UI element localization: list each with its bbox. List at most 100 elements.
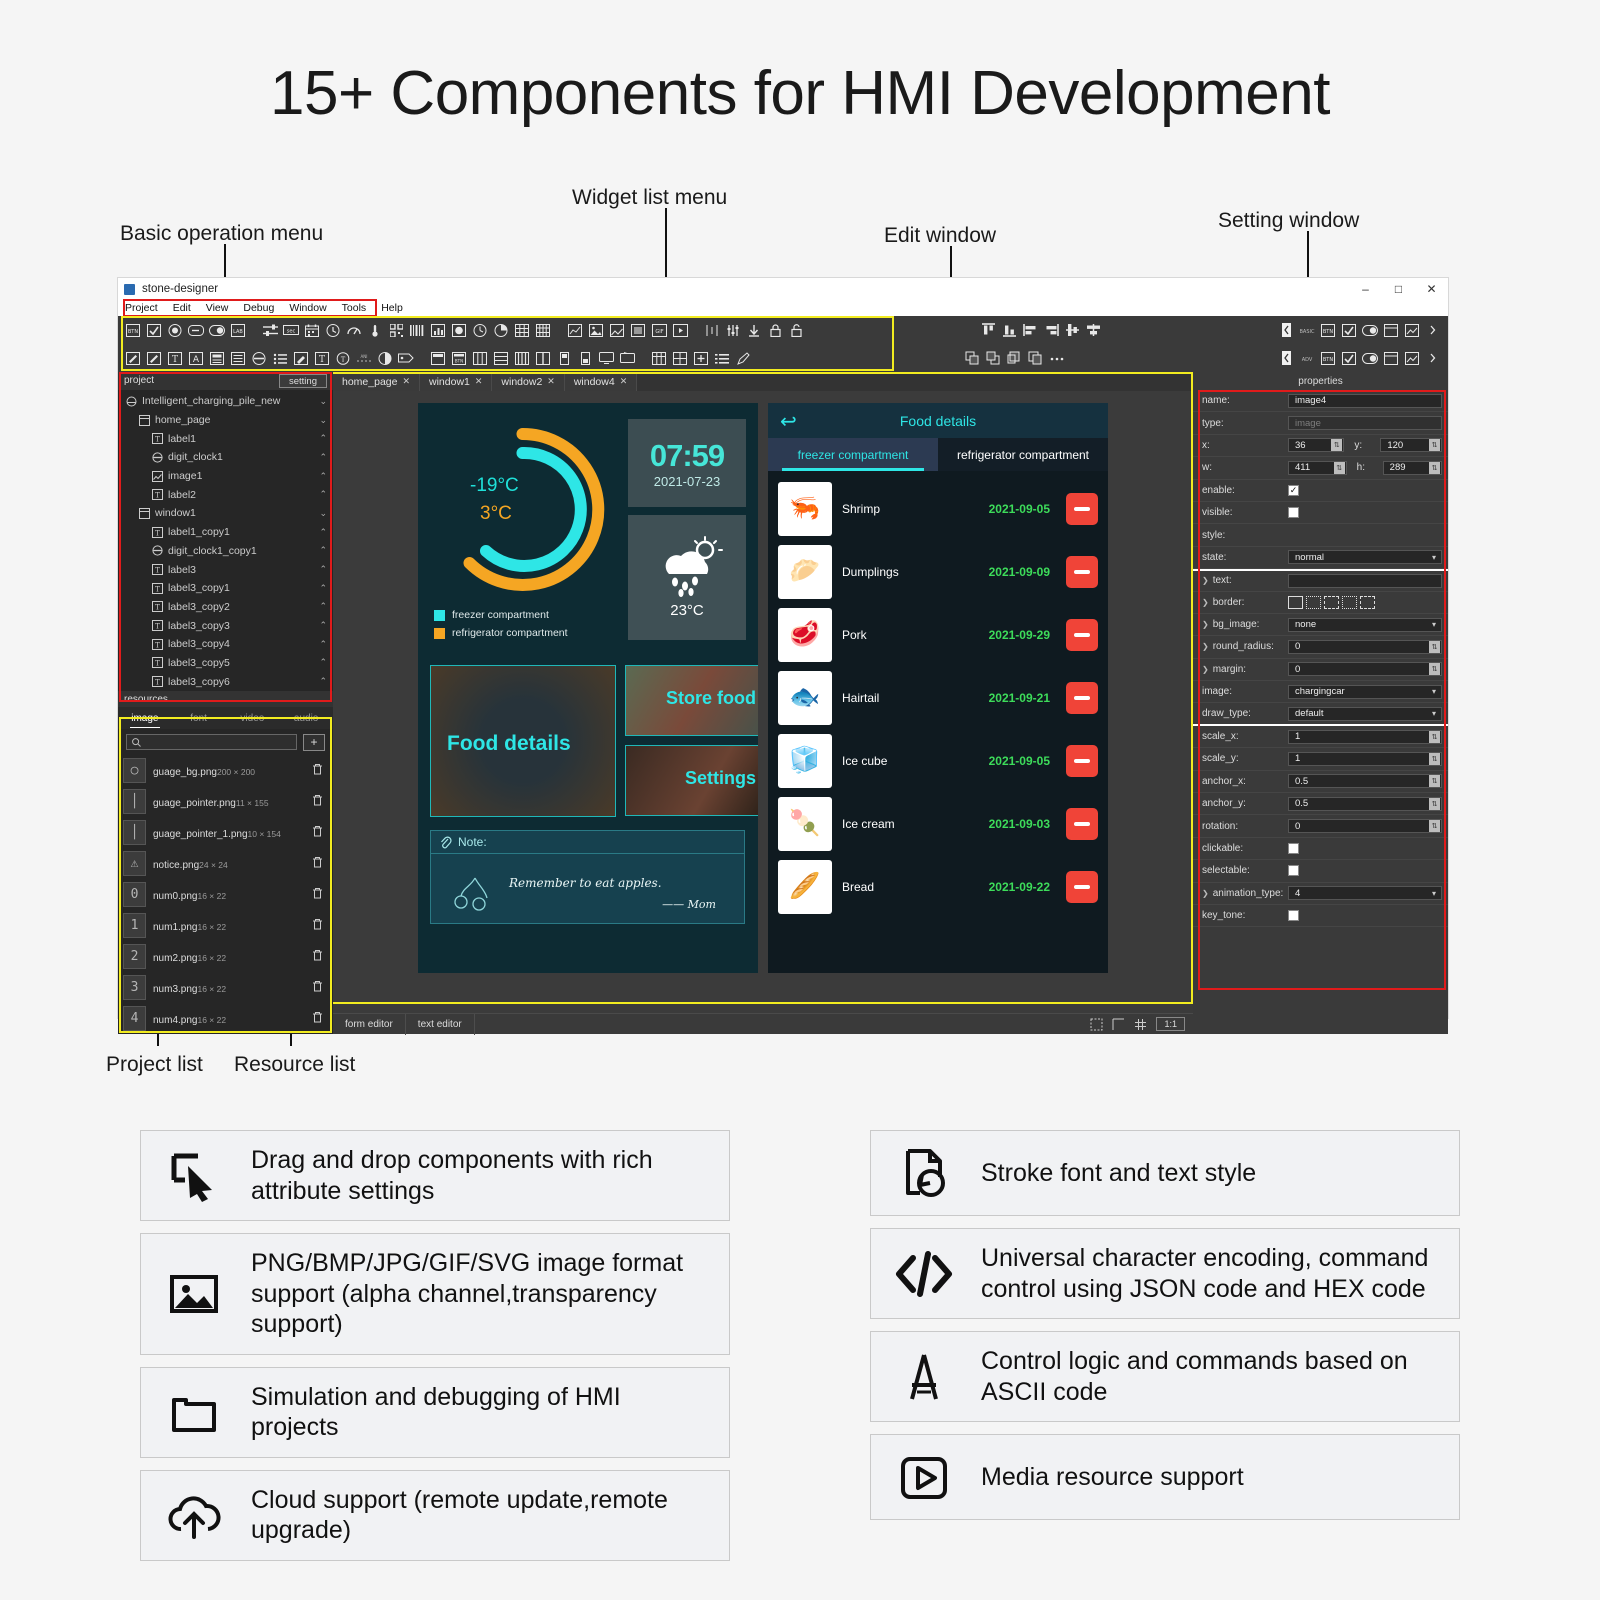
gif-widget-icon[interactable]: GIF (650, 322, 668, 339)
text-box-icon[interactable]: T (313, 350, 331, 367)
tree-node-chevron[interactable]: ⌄ (319, 508, 327, 519)
tree-node-Intelligent_charging_pile_new[interactable]: Intelligent_charging_pile_new ⌄ (118, 392, 333, 411)
button-widget-icon-2[interactable]: BTN (1319, 322, 1337, 339)
switch-widget-icon[interactable] (208, 322, 226, 339)
status-tab-form-editor[interactable]: form editor (333, 1013, 406, 1035)
back-arrow-icon[interactable]: ↩ (780, 409, 797, 434)
border-dashed2-option[interactable] (1360, 595, 1375, 609)
spinner-icon[interactable]: ⇅ (1429, 752, 1440, 765)
align-bottom-icon[interactable] (1001, 322, 1019, 339)
digit-clock-icon[interactable] (250, 350, 268, 367)
tree-node-label3_copy5[interactable]: Tlabel3_copy5 ⌃ (118, 654, 333, 673)
slider-widget-icon[interactable] (261, 322, 279, 339)
close-button[interactable]: ✕ (1415, 278, 1448, 300)
tree-node-chevron[interactable]: ⌃ (319, 583, 327, 594)
table-grid-icon[interactable] (650, 350, 668, 367)
bullet-list-icon[interactable] (271, 350, 289, 367)
property-select[interactable]: normal ▾ (1288, 550, 1442, 565)
border-style-options[interactable] (1288, 595, 1375, 609)
expand-chevron-icon[interactable]: ❯ (1202, 642, 1209, 651)
border-dashed-option[interactable] (1324, 595, 1339, 609)
resource-item[interactable]: 1 num1.png16 × 22 (118, 910, 333, 941)
property-checkbox[interactable] (1288, 910, 1299, 922)
tree-node-chevron[interactable]: ⌃ (319, 676, 327, 687)
tree-node-chevron[interactable]: ⌃ (319, 489, 327, 500)
button-widget-icon[interactable]: BTN (124, 322, 142, 339)
tab-font[interactable]: font (172, 707, 226, 729)
resource-search-input[interactable] (126, 734, 297, 751)
border-dotted-option[interactable] (1306, 595, 1321, 609)
expand-chevron-icon[interactable]: ❯ (1202, 620, 1209, 629)
tree-node-chevron[interactable]: ⌃ (319, 657, 327, 668)
property-input[interactable]: 0 ⇅ (1288, 639, 1442, 654)
spinner-icon[interactable]: ⇅ (1429, 640, 1440, 653)
align-center-horizontal-icon[interactable] (1085, 322, 1103, 339)
tree-node-chevron[interactable]: ⌃ (319, 471, 327, 482)
pie-chart-widget-icon[interactable] (492, 322, 510, 339)
tree-node-label3_copy6[interactable]: Tlabel3_copy6 ⌃ (118, 672, 333, 690)
menu-item-edit[interactable]: Edit (173, 302, 191, 314)
editor-tab-strip[interactable]: home_page ✕ window1 ✕ window2 ✕ window4 ✕ (333, 372, 1193, 391)
pen-tool-icon[interactable] (734, 350, 752, 367)
property-select[interactable]: none ▾ (1288, 617, 1442, 632)
delete-resource-icon[interactable] (312, 824, 325, 842)
menu-item-window[interactable]: Window (289, 302, 326, 314)
text-widget-icon[interactable]: T (166, 350, 184, 367)
minimize-button[interactable]: – (1349, 278, 1382, 300)
tree-node-window1[interactable]: window1 ⌄ (118, 504, 333, 523)
table-grid-2-icon[interactable] (671, 350, 689, 367)
status-tab-text-editor[interactable]: text editor (406, 1013, 475, 1035)
list-view-icon[interactable] (229, 350, 247, 367)
grid-widget-icon[interactable] (534, 322, 552, 339)
resource-item[interactable]: 0 num0.png16 × 22 (118, 879, 333, 910)
screen-widget-icon[interactable] (597, 350, 615, 367)
equalizer-icon[interactable] (724, 322, 742, 339)
widget-group-icon-2[interactable]: ADV (1298, 350, 1316, 367)
tree-node-label3_copy1[interactable]: Tlabel3_copy1 ⌃ (118, 579, 333, 598)
expand-chevron-icon[interactable]: ❯ (1202, 665, 1209, 674)
remove-food-button[interactable] (1066, 555, 1098, 588)
lock-open-icon[interactable] (787, 322, 805, 339)
remove-food-button[interactable] (1066, 744, 1098, 777)
tree-node-chevron[interactable]: ⌃ (319, 527, 327, 538)
table-widget-icon[interactable] (513, 322, 531, 339)
menu-item-view[interactable]: View (206, 302, 229, 314)
add-resource-button[interactable]: + (303, 733, 325, 751)
property-checkbox[interactable] (1288, 843, 1299, 854)
progress-bar-icon[interactable] (576, 350, 594, 367)
checkbox-widget-icon[interactable] (145, 322, 163, 339)
video-widget-icon[interactable] (671, 322, 689, 339)
property-input[interactable]: 0 ⇅ (1288, 819, 1442, 834)
property-input[interactable]: image4 (1288, 393, 1442, 408)
tree-node-label3_copy2[interactable]: Tlabel3_copy2 ⌃ (118, 598, 333, 617)
seekbar-widget-icon[interactable]: sec (282, 322, 300, 339)
image-list-icon[interactable] (608, 322, 626, 339)
remove-food-button[interactable] (1066, 807, 1098, 840)
widget-group-icon[interactable]: BASIC (1298, 322, 1316, 339)
spinner-icon[interactable]: ⇅ (1331, 439, 1343, 452)
transition-icon[interactable]: ANI (355, 350, 373, 367)
clock-widget-icon[interactable] (324, 322, 342, 339)
download-icon[interactable] (745, 322, 763, 339)
tag-icon[interactable] (397, 350, 415, 367)
tree-node-chevron[interactable]: ⌄ (319, 396, 327, 407)
property-select[interactable]: chargingcar ▾ (1288, 684, 1442, 699)
spinner-icon[interactable]: ⇅ (1429, 775, 1440, 788)
resource-item[interactable]: 4 num4.png16 × 22 (118, 1003, 333, 1034)
label-widget-icon[interactable]: LAB (229, 322, 247, 339)
clock-analog-widget-icon[interactable] (471, 322, 489, 339)
resource-item[interactable]: │ guage_pointer.png11 × 155 (118, 786, 333, 817)
spinner-icon[interactable]: ⇅ (1429, 663, 1440, 676)
align-center-vertical-icon[interactable] (1064, 322, 1082, 339)
spinner-icon[interactable]: ⇅ (1429, 730, 1440, 743)
property-checkbox[interactable]: ✓ (1288, 484, 1299, 496)
send-back-icon[interactable] (985, 350, 1003, 367)
editor-tab-home_page[interactable]: home_page ✕ (333, 372, 421, 391)
slider-vertical-icon[interactable] (555, 350, 573, 367)
tab-freezer-compartment[interactable]: freezer compartment (768, 438, 938, 471)
tab-image[interactable]: image (118, 707, 172, 729)
zoom-level[interactable]: 1:1 (1156, 1017, 1185, 1031)
window-widget-icon[interactable] (429, 350, 447, 367)
setting-button[interactable]: setting (279, 374, 327, 388)
property-input[interactable]: 411 ⇅ (1288, 460, 1347, 475)
